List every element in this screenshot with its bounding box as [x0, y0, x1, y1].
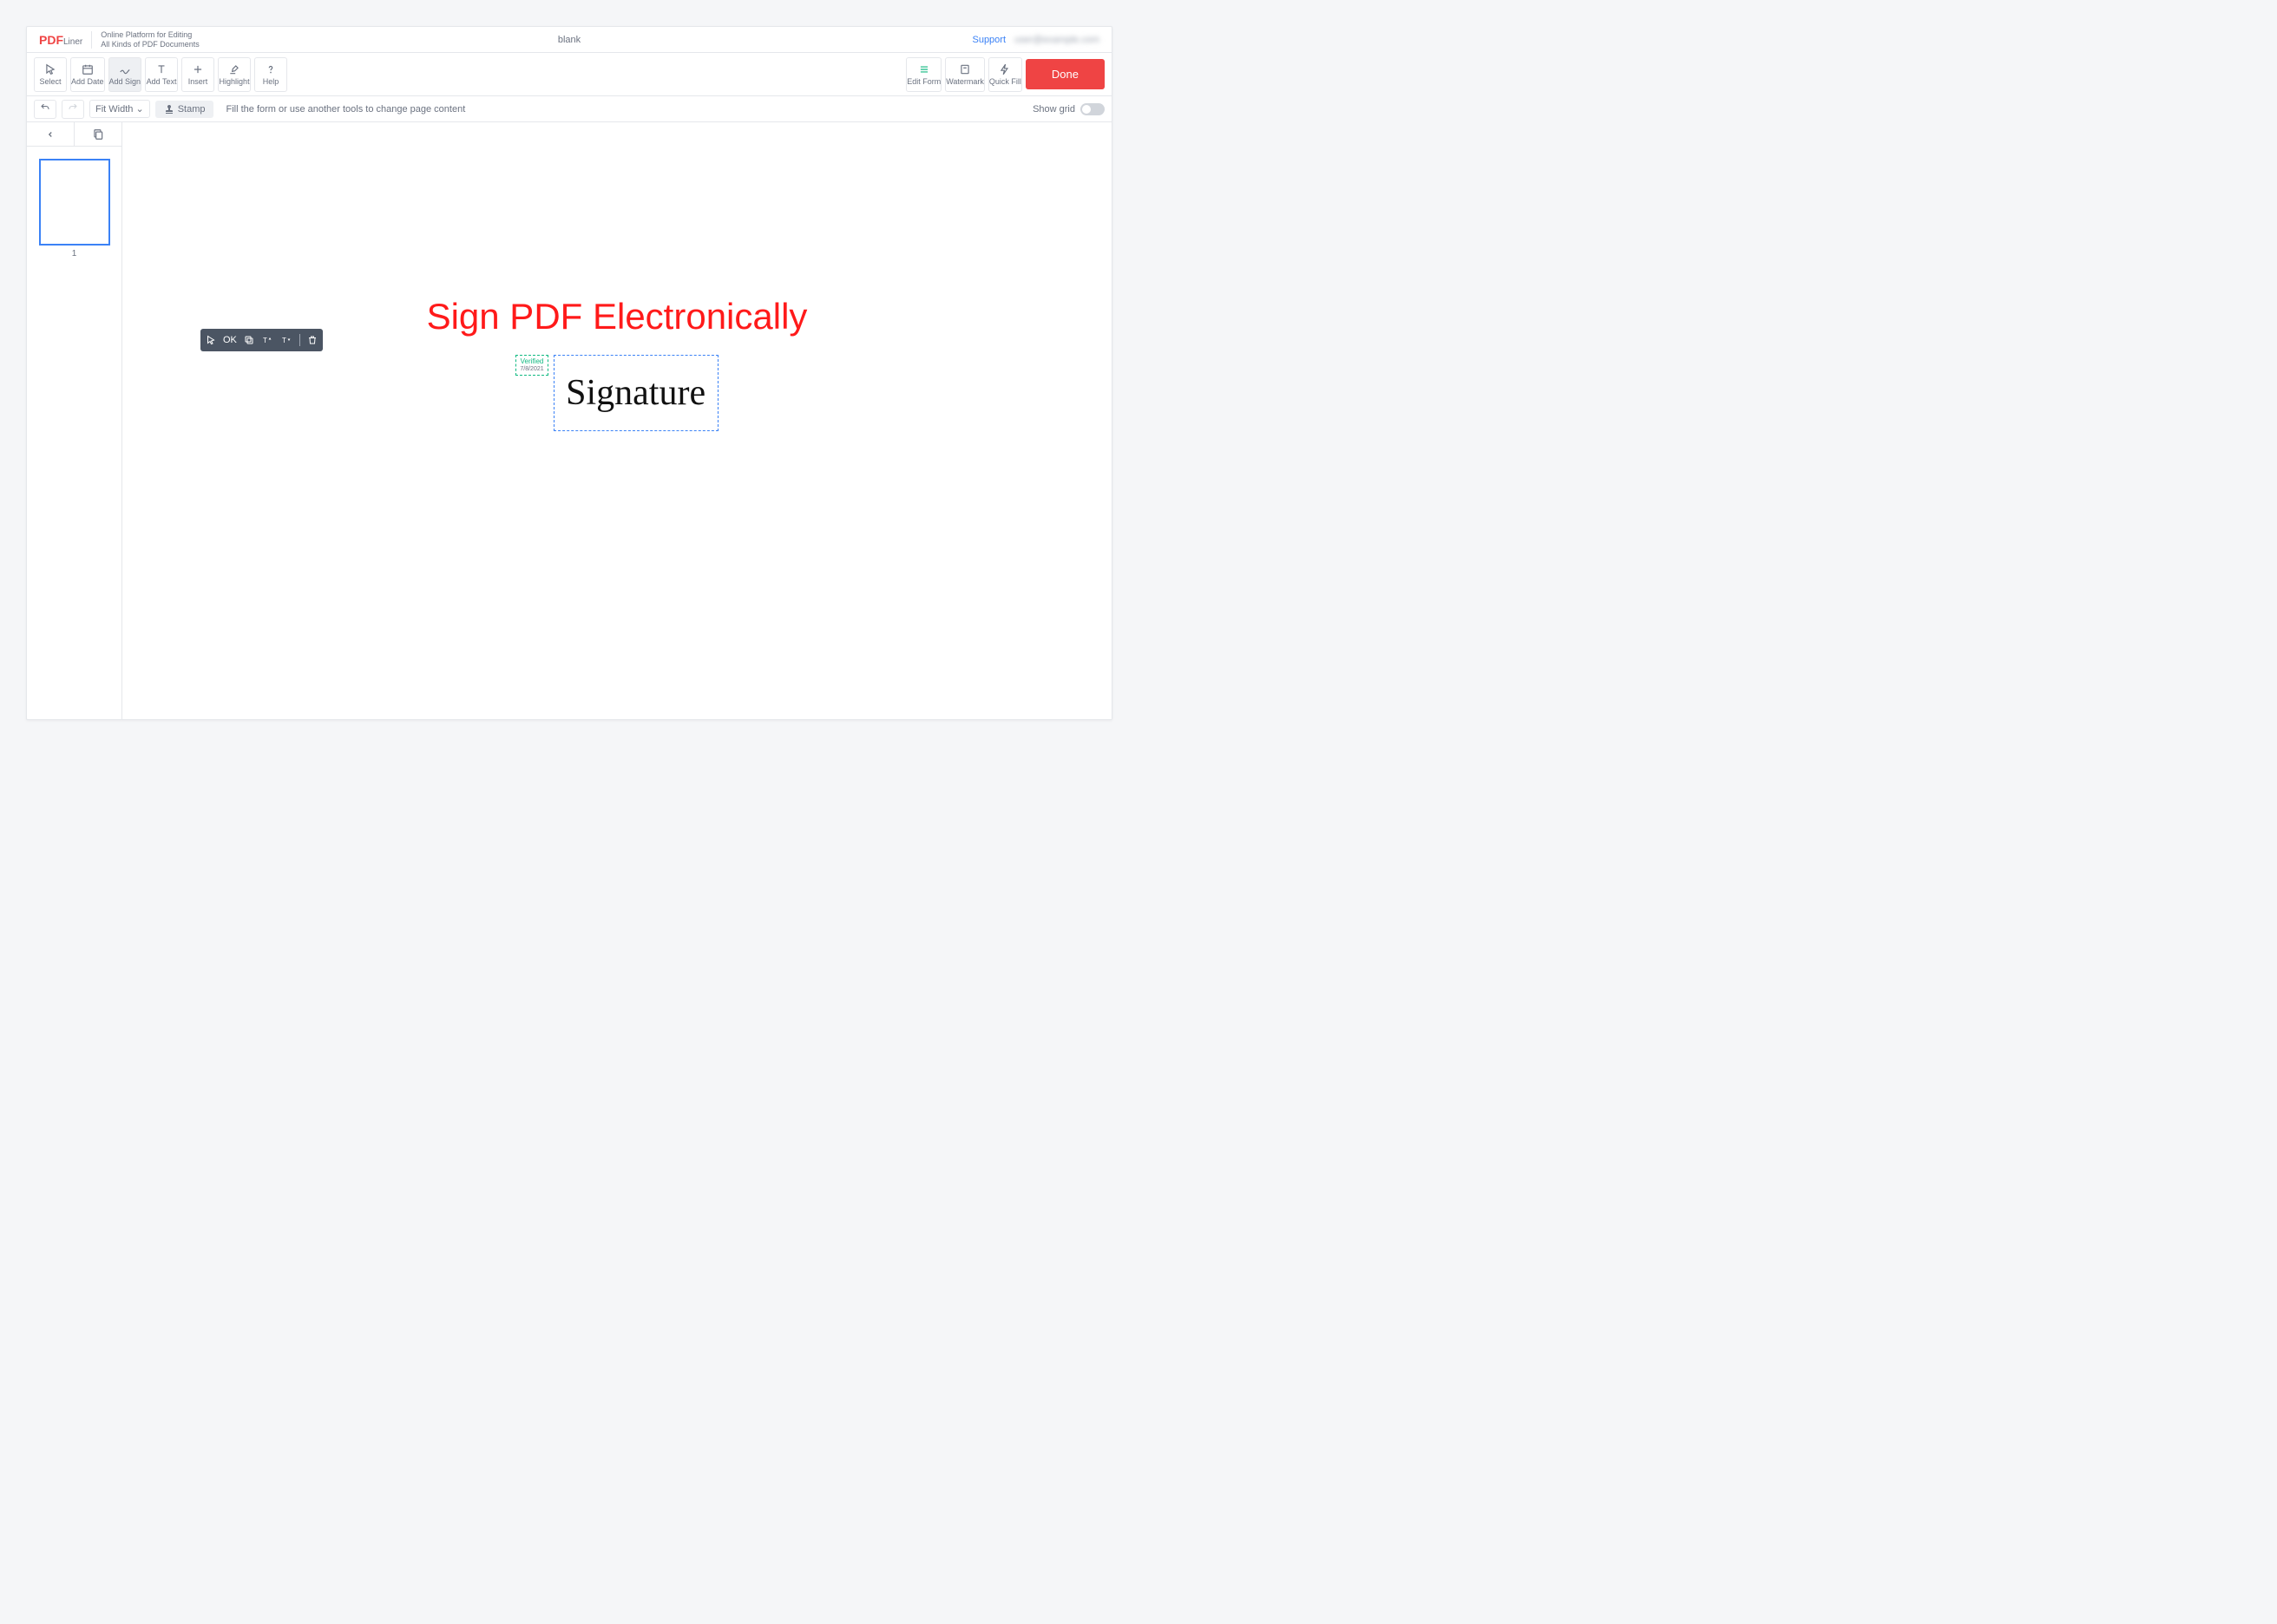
watermark-label: Watermark: [946, 77, 984, 86]
add-sign-button[interactable]: Add Sign: [108, 57, 142, 92]
show-grid-label: Show grid: [1033, 104, 1075, 115]
tagline-line1: Online Platform for Editing: [101, 30, 200, 40]
logo-sub: Liner: [63, 37, 82, 47]
help-button[interactable]: Help: [254, 57, 287, 92]
page-manager-button[interactable]: [75, 122, 121, 146]
sub-toolbar: Fit Width ⌄ Stamp Fill the form or use a…: [27, 96, 1112, 122]
page-content: Sign PDF Electronically OK T: [122, 122, 1112, 483]
lightning-icon: [999, 63, 1011, 75]
chevron-down-icon: ⌄: [135, 104, 143, 115]
page-thumbnail[interactable]: [39, 159, 110, 246]
header-bar: PDFLiner Online Platform for Editing All…: [27, 27, 1112, 53]
add-date-button[interactable]: Add Date: [70, 57, 105, 92]
logo-main: PDF: [39, 33, 63, 47]
sig-size-down-button[interactable]: T: [280, 335, 292, 345]
thumbnails: 1: [27, 147, 121, 719]
highlight-label: Highlight: [220, 77, 250, 86]
app-window: PDFLiner Online Platform for Editing All…: [26, 26, 1112, 720]
verified-date: 7/8/2021: [520, 366, 543, 373]
text-size-down-icon: T: [280, 335, 292, 345]
svg-text:T: T: [282, 337, 286, 344]
grid-toggle[interactable]: [1080, 103, 1105, 115]
chevron-left-icon: [46, 130, 55, 139]
signature-box[interactable]: Signature: [554, 355, 719, 431]
help-icon: [265, 63, 277, 75]
signature-toolbar: OK T T: [200, 329, 323, 351]
tool-group-select: Select: [34, 57, 67, 92]
sig-copy-button[interactable]: [244, 335, 254, 345]
quick-fill-button[interactable]: Quick Fill: [988, 57, 1022, 92]
tagline: Online Platform for Editing All Kinds of…: [101, 30, 200, 49]
sig-delete-button[interactable]: [307, 335, 318, 345]
watermark-button[interactable]: Watermark: [945, 57, 985, 92]
stamp-button[interactable]: Stamp: [155, 101, 214, 118]
signature-text: Signature: [566, 372, 705, 414]
logo: PDFLiner: [39, 33, 82, 47]
form-icon: [918, 63, 930, 75]
verified-label: Verified: [520, 357, 543, 366]
calendar-icon: [82, 63, 94, 75]
tool-group-date-sign: Add Date Add Sign: [70, 57, 141, 92]
logo-divider: [91, 31, 92, 49]
sig-toolbar-separator: [299, 334, 300, 346]
tagline-line2: All Kinds of PDF Documents: [101, 40, 200, 49]
logo-section: PDFLiner Online Platform for Editing All…: [27, 30, 212, 49]
sig-size-up-button[interactable]: T: [261, 335, 273, 345]
sidebar-tabs: [27, 122, 121, 147]
stamp-label: Stamp: [178, 104, 206, 115]
trash-icon: [307, 335, 318, 345]
document-title: blank: [558, 35, 581, 45]
header-right: Support user@example.com: [972, 35, 1112, 45]
edit-form-label: Edit Form: [907, 77, 941, 86]
thumbnail-sidebar: 1: [27, 122, 122, 719]
select-button[interactable]: Select: [34, 57, 67, 92]
svg-text:T: T: [263, 337, 267, 344]
cursor-icon: [44, 63, 56, 75]
done-button[interactable]: Done: [1026, 59, 1105, 89]
quick-fill-label: Quick Fill: [989, 77, 1021, 86]
verified-badge: Verified 7/8/2021: [515, 355, 548, 376]
redo-icon: [68, 104, 78, 115]
page-number: 1: [27, 249, 121, 259]
add-text-label: Add Text: [147, 77, 177, 86]
main-toolbar: Select Add Date Add Sign Ad: [27, 53, 1112, 96]
add-text-button[interactable]: Add Text: [145, 57, 178, 92]
select-label: Select: [39, 77, 61, 86]
edit-form-button[interactable]: Edit Form: [906, 57, 942, 92]
canvas-area[interactable]: Sign PDF Electronically OK T: [122, 122, 1112, 719]
undo-icon: [40, 104, 50, 115]
collapse-sidebar-button[interactable]: [27, 122, 75, 146]
signature-group: OK T T: [157, 355, 1077, 431]
zoom-select[interactable]: Fit Width ⌄: [89, 100, 150, 118]
text-icon: [155, 63, 167, 75]
stamp-icon: [164, 104, 174, 115]
highlight-icon: [228, 63, 240, 75]
help-label: Help: [263, 77, 279, 86]
sig-ok-button[interactable]: OK: [223, 335, 237, 345]
undo-button[interactable]: [34, 100, 56, 119]
grid-toggle-wrap: Show grid: [1033, 103, 1105, 115]
zoom-label: Fit Width: [95, 104, 133, 115]
insert-button[interactable]: Insert: [181, 57, 214, 92]
tool-group-right: Edit Form Watermark Quick Fill: [906, 57, 1022, 92]
content-area: 1 Sign PDF Electronically OK: [27, 122, 1112, 719]
redo-button[interactable]: [62, 100, 84, 119]
support-link[interactable]: Support: [972, 35, 1006, 45]
add-sign-label: Add Sign: [109, 77, 141, 86]
copy-icon: [244, 335, 254, 345]
highlight-button[interactable]: Highlight: [218, 57, 251, 92]
text-size-up-icon: T: [261, 335, 273, 345]
add-date-label: Add Date: [71, 77, 104, 86]
insert-label: Insert: [188, 77, 208, 86]
watermark-icon: [959, 63, 971, 75]
hint-text: Fill the form or use another tools to ch…: [226, 104, 465, 115]
signature-icon: [119, 63, 131, 75]
user-email[interactable]: user@example.com: [1014, 35, 1099, 45]
plus-icon: [192, 63, 204, 75]
tool-group-text: Add Text Insert Highlight Help: [145, 57, 287, 92]
pages-icon: [92, 128, 104, 141]
cursor-icon: [206, 335, 216, 345]
sig-move-handle[interactable]: [206, 335, 216, 345]
